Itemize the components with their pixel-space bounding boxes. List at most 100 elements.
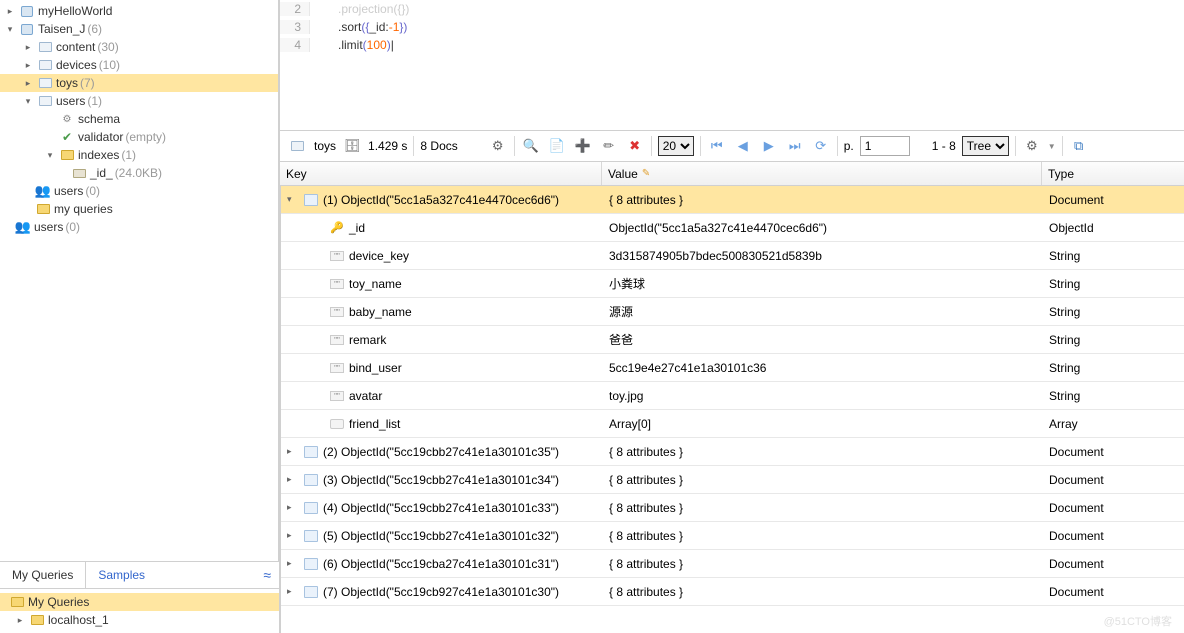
- expand-arrow-icon[interactable]: ▸: [4, 6, 16, 17]
- queries-tabs: My Queries Samples ≈: [0, 561, 279, 589]
- table-row[interactable]: ""remark爸爸String: [281, 326, 1184, 354]
- prev-page-icon[interactable]: ◀: [733, 136, 753, 156]
- left-panel: ▸ myHelloWorld ▾ Taisen_J (6) ▸content(3…: [0, 0, 280, 633]
- cell-key: 🔑_id: [281, 220, 603, 236]
- table-row[interactable]: ""bind_user5cc19e4e27c41e1a30101c36Strin…: [281, 354, 1184, 382]
- expand-arrow-icon[interactable]: ▸: [287, 474, 299, 485]
- expand-arrow-icon[interactable]: ▸: [287, 586, 299, 597]
- next-page-icon[interactable]: ▶: [759, 136, 779, 156]
- expand-arrow-icon[interactable]: ▸: [287, 446, 299, 457]
- cell-value: Array[0]: [603, 417, 1043, 431]
- row-range: 1 - 8: [932, 139, 956, 153]
- expand-arrow-icon[interactable]: ▸: [287, 502, 299, 513]
- index-id-node[interactable]: _id_ (24.0KB): [0, 164, 278, 182]
- table-row[interactable]: ""device_key3d315874905b7bdec500830521d5…: [281, 242, 1184, 270]
- collection-users[interactable]: ▾users(1): [0, 92, 278, 110]
- cell-type: Array: [1043, 417, 1184, 431]
- table-row[interactable]: ▸(6) ObjectId("5cc19cba27c41e1a30101c31"…: [281, 550, 1184, 578]
- view-doc-icon[interactable]: 📄: [547, 136, 567, 156]
- tab-samples[interactable]: Samples: [86, 562, 157, 588]
- users-icon: 👥: [15, 219, 31, 235]
- users-node[interactable]: 👥 users (0): [0, 182, 278, 200]
- schema-icon: ⚙: [59, 111, 75, 127]
- table-row[interactable]: ▸(7) ObjectId("5cc19cb927c41e1a30101c30"…: [281, 578, 1184, 606]
- folder-icon: [29, 612, 45, 628]
- queries-host[interactable]: ▸ localhost_1: [0, 611, 279, 629]
- popout-icon[interactable]: ⧉: [1069, 136, 1089, 156]
- check-icon: ✔: [59, 129, 75, 145]
- collapse-arrow-icon[interactable]: ▾: [4, 24, 16, 35]
- myqueries-node[interactable]: my queries: [0, 200, 278, 218]
- cell-type: String: [1043, 333, 1184, 347]
- expand-arrow-icon[interactable]: ▸: [22, 60, 34, 71]
- table-row[interactable]: friend_listArray[0]Array: [281, 410, 1184, 438]
- database-icon: [19, 21, 35, 37]
- expand-arrow-icon[interactable]: ▸: [287, 558, 299, 569]
- type-icon: "": [328, 360, 346, 376]
- table-row[interactable]: ""toy_name小粪球String: [281, 270, 1184, 298]
- expand-arrow-icon[interactable]: ▾: [287, 194, 299, 205]
- expand-arrow-icon[interactable]: ▾: [22, 96, 34, 107]
- collection-content[interactable]: ▸content(30): [0, 38, 278, 56]
- cell-type: Document: [1043, 445, 1184, 459]
- tab-my-queries[interactable]: My Queries: [0, 562, 86, 588]
- type-icon: "": [328, 276, 346, 292]
- cell-key: ▸(4) ObjectId("5cc19cbb27c41e1a30101c33"…: [281, 500, 603, 516]
- view-mode-select[interactable]: Tree: [962, 136, 1009, 156]
- code-editor[interactable]: 2.projection({}) 3.sort({_id:-1}) 4.limi…: [280, 0, 1184, 130]
- cell-key: ""remark: [281, 332, 603, 348]
- add-doc-icon[interactable]: ➕: [573, 136, 593, 156]
- type-icon: [302, 472, 320, 488]
- gear-icon[interactable]: ⚙: [1022, 136, 1042, 156]
- find-icon[interactable]: 🔍: [521, 136, 541, 156]
- folder-icon: [9, 594, 25, 610]
- queries-root[interactable]: My Queries: [0, 593, 279, 611]
- col-value[interactable]: Value✎: [602, 162, 1042, 185]
- indexes-node[interactable]: ▾ indexes (1): [0, 146, 278, 164]
- grid-header: Key Value✎ Type: [280, 162, 1184, 186]
- table-row[interactable]: ""baby_name源源String: [281, 298, 1184, 326]
- dropdown-arrow-icon[interactable]: ▼: [1048, 142, 1056, 151]
- type-icon: [302, 556, 320, 572]
- refresh-icon[interactable]: ⟳: [811, 136, 831, 156]
- collapse-arrow-icon[interactable]: ▾: [44, 150, 56, 161]
- cell-key: ▸(5) ObjectId("5cc19cbb27c41e1a30101c32"…: [281, 528, 603, 544]
- col-type[interactable]: Type: [1042, 162, 1184, 185]
- type-icon: "": [328, 388, 346, 404]
- collapse-icon[interactable]: ≈: [263, 567, 271, 583]
- table-row[interactable]: ▸(4) ObjectId("5cc19cbb27c41e1a30101c33"…: [281, 494, 1184, 522]
- type-icon: [302, 528, 320, 544]
- expand-arrow-icon[interactable]: ▸: [22, 78, 34, 89]
- table-row[interactable]: ""avatartoy.jpgString: [281, 382, 1184, 410]
- db-taisen[interactable]: ▾ Taisen_J (6): [0, 20, 278, 38]
- collection-toys[interactable]: ▸toys(7): [0, 74, 278, 92]
- page-size-select[interactable]: 20: [658, 136, 694, 156]
- type-icon: "": [328, 248, 346, 264]
- cell-value: { 8 attributes }: [603, 585, 1043, 599]
- validator-node[interactable]: ✔ validator (empty): [0, 128, 278, 146]
- edit-doc-icon[interactable]: ✏: [599, 136, 619, 156]
- table-row[interactable]: ▸(2) ObjectId("5cc19cbb27c41e1a30101c35"…: [281, 438, 1184, 466]
- collection-icon: [37, 39, 53, 55]
- users-root-node[interactable]: 👥 users (0): [0, 218, 278, 236]
- first-page-icon[interactable]: ⏮: [707, 136, 727, 156]
- last-page-icon[interactable]: ⏭: [785, 136, 805, 156]
- collection-devices[interactable]: ▸devices(10): [0, 56, 278, 74]
- delete-doc-icon[interactable]: ✖: [625, 136, 645, 156]
- db-myhelloworld[interactable]: ▸ myHelloWorld: [0, 2, 278, 20]
- table-row[interactable]: 🔑_idObjectId("5cc1a5a327c41e4470cec6d6")…: [281, 214, 1184, 242]
- table-row[interactable]: ▾(1) ObjectId("5cc1a5a327c41e4470cec6d6"…: [281, 186, 1184, 214]
- schema-icon[interactable]: ⚙: [488, 136, 508, 156]
- cell-key: ▸(6) ObjectId("5cc19cba27c41e1a30101c31"…: [281, 556, 603, 572]
- page-number-input[interactable]: [860, 136, 910, 156]
- type-icon: "": [328, 332, 346, 348]
- schema-node[interactable]: ⚙ schema: [0, 110, 278, 128]
- table-row[interactable]: ▸(5) ObjectId("5cc19cbb27c41e1a30101c32"…: [281, 522, 1184, 550]
- expand-arrow-icon[interactable]: ▸: [287, 530, 299, 541]
- type-icon: [302, 584, 320, 600]
- col-key[interactable]: Key: [280, 162, 602, 185]
- expand-arrow-icon[interactable]: ▸: [22, 42, 34, 53]
- cell-value: 源源: [603, 303, 1043, 320]
- expand-arrow-icon[interactable]: ▸: [14, 615, 26, 626]
- table-row[interactable]: ▸(3) ObjectId("5cc19cbb27c41e1a30101c34"…: [281, 466, 1184, 494]
